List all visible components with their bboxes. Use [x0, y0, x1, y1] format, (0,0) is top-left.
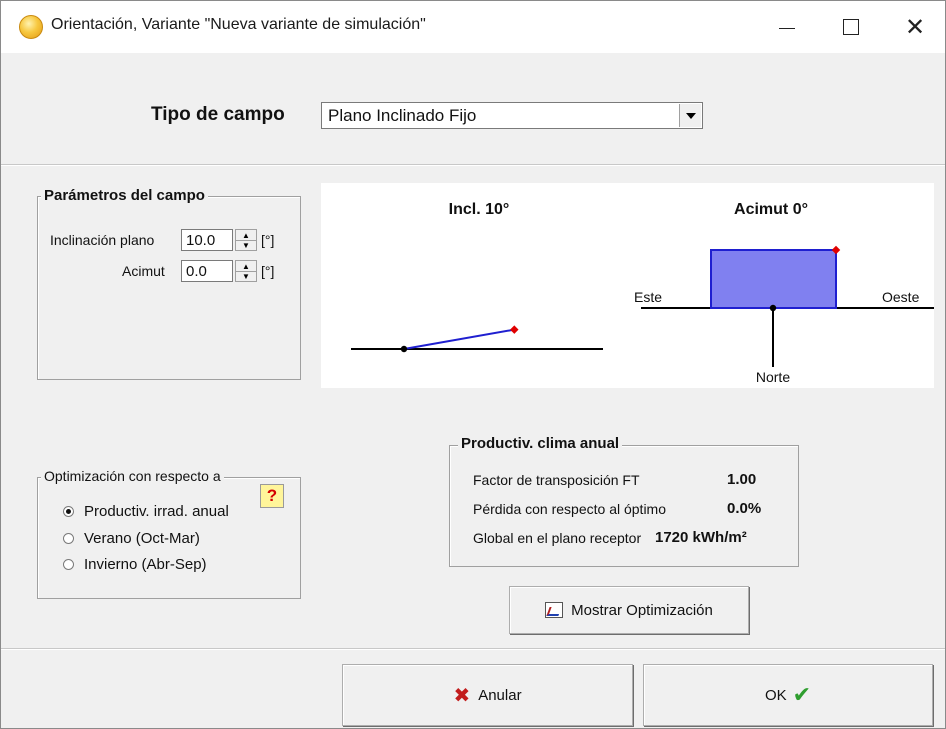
tilt-label: Inclinación plano: [50, 232, 155, 248]
maximize-button[interactable]: [821, 1, 881, 53]
loss-label: Pérdida con respecto al óptimo: [473, 501, 666, 517]
azimuth-unit: [°]: [261, 263, 275, 279]
orientation-diagram: Incl. 10° Acimut 0° Este Oeste Norte: [321, 183, 934, 388]
tilt-spinner[interactable]: ▲ ▼: [235, 229, 257, 251]
tilt-unit: [°]: [261, 232, 275, 248]
azimuth-input[interactable]: [181, 260, 233, 282]
global-irradiation-label: Global en el plano receptor: [473, 530, 642, 546]
transposition-value: 1.00: [727, 471, 757, 488]
tilt-end-marker: [510, 325, 519, 334]
checkmark-icon: ✔: [792, 682, 812, 708]
field-type-label: Tipo de campo: [151, 104, 285, 125]
azimuth-title: Acimut 0°: [734, 201, 808, 218]
window-title: Orientación, Variante "Nueva variante de…: [51, 16, 426, 33]
global-irradiation-value: 1720 kWh/m²: [655, 529, 747, 546]
field-type-value: Plano Inclinado Fijo: [328, 106, 477, 125]
radio-winter[interactable]: Invierno (Abr-Sep): [63, 556, 207, 573]
results-group-title: Productiv. clima anual: [458, 435, 623, 452]
radio-button[interactable]: [63, 559, 74, 570]
radio-label: Invierno (Abr-Sep): [84, 556, 207, 573]
maximize-icon: [843, 19, 859, 35]
east-label: Este: [634, 289, 662, 305]
pivot-point: [400, 345, 408, 353]
radio-summer[interactable]: Verano (Oct-Mar): [63, 530, 200, 547]
azimuth-pivot: [769, 304, 777, 312]
panel-top-view: [710, 249, 837, 309]
app-sun-icon: [19, 15, 43, 39]
loss-value: 0.0%: [727, 500, 762, 517]
separator: [1, 164, 945, 166]
show-optimization-label: Mostrar Optimización: [571, 601, 713, 619]
chevron-down-icon: [685, 112, 696, 119]
parameters-group: [37, 196, 301, 380]
close-button[interactable]: ✕: [885, 1, 945, 53]
parameters-group-title: Parámetros del campo: [41, 187, 208, 204]
help-icon: ?: [266, 486, 278, 505]
azimuth-label: Acimut: [122, 263, 165, 279]
chart-icon: [545, 602, 564, 618]
tilt-plane-line: [403, 328, 515, 350]
minimize-icon: [779, 27, 795, 29]
north-label: Norte: [756, 369, 790, 385]
show-optimization-button[interactable]: Mostrar Optimización: [509, 586, 749, 634]
radio-annual[interactable]: Productiv. irrad. anual: [63, 503, 229, 520]
cancel-label: Anular: [478, 686, 522, 704]
separator: [1, 648, 945, 650]
ok-label: OK: [764, 686, 787, 704]
transposition-label: Factor de transposición FT: [473, 472, 640, 488]
title-bar: Orientación, Variante "Nueva variante de…: [1, 1, 945, 53]
spin-down-icon[interactable]: ▼: [236, 240, 256, 250]
tilt-input[interactable]: [181, 229, 233, 251]
radio-button[interactable]: [63, 506, 74, 517]
cancel-button[interactable]: ✖ Anular: [342, 664, 633, 726]
west-label: Oeste: [882, 289, 920, 305]
help-button[interactable]: ?: [260, 484, 284, 508]
tilt-title: Incl. 10°: [449, 201, 510, 218]
minimize-button[interactable]: [757, 1, 817, 53]
orientation-diagram-svg: Incl. 10° Acimut 0° Este Oeste Norte: [351, 201, 934, 385]
azimuth-spinner[interactable]: ▲ ▼: [235, 260, 257, 282]
field-type-select[interactable]: Plano Inclinado Fijo: [321, 102, 703, 129]
close-icon: ✕: [904, 13, 926, 41]
radio-button[interactable]: [63, 533, 74, 544]
optimization-group-title: Optimización con respecto a: [41, 468, 224, 484]
radio-label: Productiv. irrad. anual: [84, 503, 229, 520]
spin-down-icon[interactable]: ▼: [236, 271, 256, 281]
dropdown-button[interactable]: [679, 104, 701, 127]
orientation-dialog: Orientación, Variante "Nueva variante de…: [0, 0, 946, 729]
radio-label: Verano (Oct-Mar): [84, 530, 200, 547]
ok-button[interactable]: OK ✔: [643, 664, 933, 726]
cancel-x-icon: ✖: [453, 683, 471, 707]
